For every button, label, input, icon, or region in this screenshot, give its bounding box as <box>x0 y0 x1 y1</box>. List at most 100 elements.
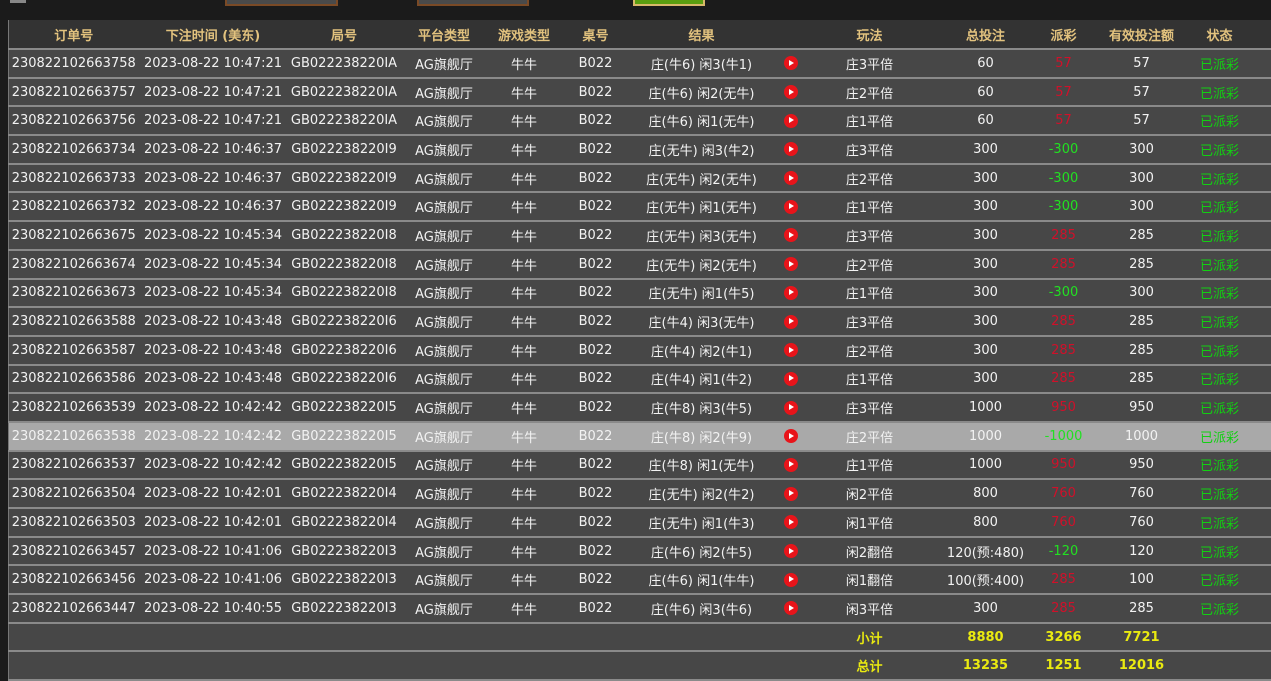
cell-result: 庄(无牛) 闲1(牛3) <box>631 508 773 537</box>
cell-platform: AG旗舰厅 <box>401 422 488 451</box>
table-row[interactable]: 2308221026637322023-08-22 10:46:37GB0222… <box>9 192 1271 221</box>
cell-status: 已派彩 <box>1197 106 1243 135</box>
cell-game-type: 牛牛 <box>488 508 561 537</box>
cell-order-id: 230822102663588 <box>9 307 139 336</box>
play-icon[interactable] <box>784 257 798 271</box>
cell-order-id: 230822102663675 <box>9 221 139 250</box>
play-icon[interactable] <box>784 343 798 357</box>
play-icon[interactable] <box>784 429 798 443</box>
cell-valid-bet: 300 <box>1087 135 1197 164</box>
header-round-id: 局号 <box>288 20 401 49</box>
table-row[interactable]: 2308221026635042023-08-22 10:42:01GB0222… <box>9 479 1271 508</box>
header-replay <box>773 20 809 49</box>
cell-game-type: 牛牛 <box>488 78 561 107</box>
subtotal-payout: 3266 <box>1041 623 1087 652</box>
table-row[interactable]: 2308221026636752023-08-22 10:45:34GB0222… <box>9 221 1271 250</box>
play-icon[interactable] <box>784 85 798 99</box>
cell-status: 已派彩 <box>1197 451 1243 480</box>
cell-total-bet: 300 <box>931 594 1041 623</box>
cell-result: 庄(牛6) 闲1(牛牛) <box>631 565 773 594</box>
cell-table-no: B022 <box>561 479 631 508</box>
cell-order-id: 230822102663756 <box>9 106 139 135</box>
cell-game-type: 牛牛 <box>488 192 561 221</box>
cell-payout: -300 <box>1041 279 1087 308</box>
cell-status: 已派彩 <box>1197 537 1243 566</box>
play-icon[interactable] <box>784 56 798 70</box>
table-row[interactable]: 2308221026634472023-08-22 10:40:55GB0222… <box>9 594 1271 623</box>
cell-round-id: GB022238220I9 <box>288 135 401 164</box>
cell-round-id: GB022238220I6 <box>288 307 401 336</box>
cell-bet-time: 2023-08-22 10:45:34 <box>139 279 288 308</box>
table-row[interactable]: 2308221026635872023-08-22 10:43:48GB0222… <box>9 336 1271 365</box>
cell-result: 庄(无牛) 闲2(无牛) <box>631 164 773 193</box>
table-row[interactable]: 2308221026635372023-08-22 10:42:42GB0222… <box>9 451 1271 480</box>
cell-total-bet: 800 <box>931 508 1041 537</box>
cell-round-id: GB022238220I9 <box>288 192 401 221</box>
cell-order-id: 230822102663586 <box>9 365 139 394</box>
cell-result: 庄(无牛) 闲2(无牛) <box>631 250 773 279</box>
play-icon[interactable] <box>784 200 798 214</box>
play-icon[interactable] <box>784 601 798 615</box>
table-row[interactable]: 2308221026635862023-08-22 10:43:48GB0222… <box>9 365 1271 394</box>
cell-result: 庄(牛8) 闲1(无牛) <box>631 451 773 480</box>
play-icon[interactable] <box>784 515 798 529</box>
table-row[interactable]: 2308221026637572023-08-22 10:47:21GB0222… <box>9 78 1271 107</box>
play-icon[interactable] <box>784 487 798 501</box>
cell-platform: AG旗舰厅 <box>401 49 488 78</box>
play-icon[interactable] <box>784 401 798 415</box>
cell-order-id: 230822102663587 <box>9 336 139 365</box>
play-icon[interactable] <box>784 458 798 472</box>
table-row[interactable]: 2308221026635392023-08-22 10:42:42GB0222… <box>9 393 1271 422</box>
play-icon[interactable] <box>784 315 798 329</box>
cell-status: 已派彩 <box>1197 192 1243 221</box>
play-icon[interactable] <box>784 286 798 300</box>
cell-total-bet: 120(预:480) <box>931 537 1041 566</box>
cell-payout: 285 <box>1041 565 1087 594</box>
table-row[interactable]: 2308221026636742023-08-22 10:45:34GB0222… <box>9 250 1271 279</box>
table-row[interactable]: 2308221026635882023-08-22 10:43:48GB0222… <box>9 307 1271 336</box>
table-row[interactable]: 2308221026637342023-08-22 10:46:37GB0222… <box>9 135 1271 164</box>
play-icon[interactable] <box>784 573 798 587</box>
header-valid-bet: 有效投注额 <box>1087 20 1197 49</box>
cell-bet-type: 庄3平倍 <box>809 221 931 250</box>
cell-table-no: B022 <box>561 336 631 365</box>
table-row[interactable]: 2308221026635032023-08-22 10:42:01GB0222… <box>9 508 1271 537</box>
play-icon[interactable] <box>784 372 798 386</box>
play-icon[interactable] <box>784 171 798 185</box>
table-row[interactable]: 2308221026634562023-08-22 10:41:06GB0222… <box>9 565 1271 594</box>
play-icon[interactable] <box>784 114 798 128</box>
cell-payout: -300 <box>1041 164 1087 193</box>
cell-valid-bet: 760 <box>1087 479 1197 508</box>
cell-bet-type: 庄1平倍 <box>809 106 931 135</box>
play-icon[interactable] <box>784 142 798 156</box>
table-row[interactable]: 2308221026634572023-08-22 10:41:06GB0222… <box>9 537 1271 566</box>
cell-bet-type: 庄3平倍 <box>809 307 931 336</box>
cell-order-id: 230822102663733 <box>9 164 139 193</box>
cell-valid-bet: 57 <box>1087 106 1197 135</box>
cell-round-id: GB022238220I5 <box>288 393 401 422</box>
cell-table-no: B022 <box>561 49 631 78</box>
table-row[interactable]: 2308221026637582023-08-22 10:47:21GB0222… <box>9 49 1271 78</box>
cell-game-type: 牛牛 <box>488 451 561 480</box>
replay-cell <box>773 78 809 107</box>
play-icon[interactable] <box>784 544 798 558</box>
header-total-bet: 总投注 <box>931 20 1041 49</box>
top-button-1[interactable] <box>225 0 338 6</box>
cell-round-id: GB022238220IA <box>288 106 401 135</box>
table-row[interactable]: 2308221026635382023-08-22 10:42:42GB0222… <box>9 422 1271 451</box>
cell-bet-time: 2023-08-22 10:42:01 <box>139 508 288 537</box>
top-button-active[interactable] <box>633 0 705 6</box>
top-left-control[interactable] <box>10 0 26 3</box>
cell-payout: 285 <box>1041 250 1087 279</box>
total-total-bet: 13235 <box>931 651 1041 680</box>
table-row[interactable]: 2308221026637332023-08-22 10:46:37GB0222… <box>9 164 1271 193</box>
table-row[interactable]: 2308221026636732023-08-22 10:45:34GB0222… <box>9 279 1271 308</box>
cell-total-bet: 300 <box>931 336 1041 365</box>
cell-round-id: GB022238220I8 <box>288 279 401 308</box>
cell-bet-type: 庄3平倍 <box>809 135 931 164</box>
cell-game-type: 牛牛 <box>488 422 561 451</box>
table-row[interactable]: 2308221026637562023-08-22 10:47:21GB0222… <box>9 106 1271 135</box>
cell-platform: AG旗舰厅 <box>401 594 488 623</box>
top-button-2[interactable] <box>417 0 529 6</box>
play-icon[interactable] <box>784 228 798 242</box>
